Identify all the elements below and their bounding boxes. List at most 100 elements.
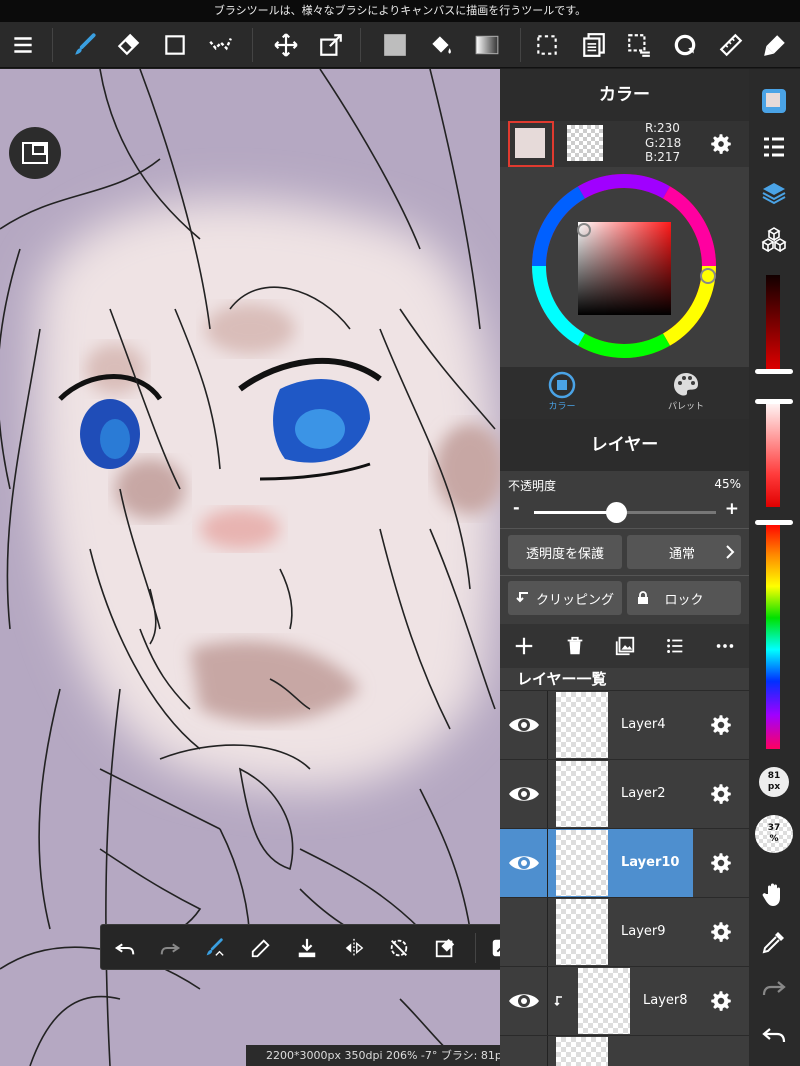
brush-opacity-unit: % bbox=[769, 834, 779, 844]
layer-image-icon[interactable] bbox=[610, 632, 640, 660]
redo-side-icon[interactable] bbox=[758, 972, 790, 1004]
layer-thumbnail bbox=[556, 761, 608, 827]
layer-row-layer8[interactable]: Layer8 bbox=[500, 966, 749, 1035]
more-options-icon[interactable] bbox=[710, 632, 740, 660]
copy-icon[interactable] bbox=[577, 28, 611, 62]
tab-color[interactable]: カラー bbox=[500, 371, 624, 417]
opacity-label: 不透明度 bbox=[508, 479, 557, 493]
import-icon[interactable] bbox=[290, 931, 324, 965]
menu-icon[interactable] bbox=[6, 28, 40, 62]
layer-settings-gear-icon[interactable] bbox=[706, 917, 736, 947]
navigator-button[interactable] bbox=[9, 127, 61, 179]
move-icon[interactable] bbox=[269, 28, 303, 62]
transform-icon[interactable] bbox=[314, 28, 348, 62]
layer-row-partial[interactable] bbox=[500, 1035, 749, 1066]
color-tabs: カラー パレット bbox=[500, 367, 749, 419]
rgb-r: R:230 bbox=[645, 121, 680, 135]
opacity-minus[interactable]: - bbox=[513, 498, 520, 517]
ruler-icon[interactable] bbox=[714, 28, 748, 62]
eraser-icon[interactable] bbox=[111, 28, 145, 62]
selection-edit-icon[interactable] bbox=[622, 28, 656, 62]
selection-icon[interactable] bbox=[530, 28, 564, 62]
brush-size-slider[interactable] bbox=[766, 275, 780, 371]
layer-settings-gear-icon[interactable] bbox=[706, 848, 736, 878]
layers-icon[interactable] bbox=[758, 177, 790, 209]
eyedropper-icon[interactable] bbox=[244, 931, 278, 965]
layer-settings-gear-icon[interactable] bbox=[706, 710, 736, 740]
color-settings-gear-icon[interactable] bbox=[706, 129, 736, 159]
brush-size-indicator[interactable]: 81 px bbox=[759, 767, 789, 797]
opacity-slider-knob[interactable] bbox=[606, 502, 627, 523]
hand-icon[interactable] bbox=[758, 879, 790, 911]
side-panel: カラー R:230 G:218 B:217 カラー パレット レイヤー 不透明度… bbox=[500, 69, 749, 1066]
main-color-swatch[interactable] bbox=[508, 121, 554, 167]
hue-slider[interactable] bbox=[766, 523, 780, 749]
visibility-eye-icon[interactable] bbox=[507, 846, 541, 880]
bucket-icon[interactable] bbox=[424, 28, 458, 62]
brush-opacity-slider[interactable] bbox=[766, 399, 780, 507]
layer-row-layer4[interactable]: Layer4 bbox=[500, 690, 749, 759]
redo-icon[interactable] bbox=[153, 931, 187, 965]
brush-icon[interactable] bbox=[68, 28, 102, 62]
opacity-slider-fill bbox=[534, 511, 616, 514]
blend-mode-button[interactable]: 通常 bbox=[627, 535, 741, 569]
tab-color-label: カラー bbox=[548, 402, 576, 412]
brush-size-unit: px bbox=[767, 782, 781, 792]
brush-swap-icon[interactable] bbox=[197, 931, 231, 965]
layer-row-layer2[interactable]: Layer2 bbox=[500, 759, 749, 828]
undo-side-icon[interactable] bbox=[758, 1019, 790, 1051]
layer-thumbnail bbox=[556, 899, 608, 965]
brush-opacity-knob[interactable] bbox=[755, 399, 793, 404]
layer-name: Layer2 bbox=[621, 786, 666, 801]
layer-settings-gear-icon[interactable] bbox=[706, 779, 736, 809]
add-layer-icon[interactable] bbox=[509, 632, 539, 660]
right-tool-strip: 81 px 37 % bbox=[749, 69, 800, 1066]
rotate-icon[interactable] bbox=[668, 28, 702, 62]
undo-icon[interactable] bbox=[108, 931, 142, 965]
opacity-value: 45% bbox=[714, 477, 741, 491]
clipping-button[interactable]: クリッピング bbox=[508, 581, 622, 615]
rectangle-icon[interactable] bbox=[158, 28, 192, 62]
layer-list-icon[interactable] bbox=[660, 632, 690, 660]
opacity-plus[interactable]: + bbox=[725, 499, 739, 519]
drawing-canvas[interactable] bbox=[0, 69, 500, 1066]
visibility-eye-icon[interactable] bbox=[507, 777, 541, 811]
gradient-icon[interactable] bbox=[470, 28, 504, 62]
top-toolbar bbox=[0, 22, 800, 68]
rgb-b: B:217 bbox=[645, 150, 681, 164]
protect-alpha-button[interactable]: 透明度を保護 bbox=[508, 535, 622, 569]
layer-settings-gear-icon[interactable] bbox=[706, 986, 736, 1016]
color-panel-toggle-icon[interactable] bbox=[758, 85, 790, 117]
clip-indicator-icon bbox=[554, 996, 562, 1007]
visibility-eye-icon[interactable] bbox=[507, 708, 541, 742]
rotate-reset-icon[interactable] bbox=[382, 931, 416, 965]
flip-icon[interactable] bbox=[337, 931, 371, 965]
select-tool-icon[interactable] bbox=[203, 28, 237, 62]
fill-color-icon[interactable] bbox=[378, 28, 412, 62]
lock-button[interactable]: ロック bbox=[627, 581, 741, 615]
brush-size-knob[interactable] bbox=[755, 369, 793, 374]
clear-layer-icon[interactable] bbox=[428, 931, 462, 965]
pen-icon[interactable] bbox=[758, 28, 792, 62]
layer-row-layer9[interactable]: Layer9 bbox=[500, 897, 749, 966]
brush-opacity-indicator[interactable]: 37 % bbox=[755, 815, 793, 853]
layer-row-layer10[interactable]: Layer10 bbox=[500, 828, 749, 897]
opacity-slider-track[interactable] bbox=[534, 502, 716, 523]
eyedropper-side-icon[interactable] bbox=[758, 926, 790, 958]
protect-alpha-label: 透明度を保護 bbox=[525, 546, 604, 562]
status-bar: 2200*3000px 350dpi 206% -7° ブラシ: 81px bbox=[246, 1045, 500, 1066]
layer-thumbnail bbox=[556, 830, 608, 896]
hue-knob[interactable] bbox=[755, 520, 793, 525]
materials-cubes-icon[interactable] bbox=[758, 223, 790, 255]
tab-palette[interactable]: パレット bbox=[624, 371, 748, 417]
secondary-color-swatch[interactable] bbox=[567, 125, 603, 161]
color-tab-icon bbox=[548, 371, 576, 399]
brush-list-icon[interactable] bbox=[758, 131, 790, 163]
color-wheel-area bbox=[500, 167, 749, 367]
opacity-row: 不透明度 45% - + bbox=[500, 471, 749, 529]
layer-thumbnail bbox=[578, 968, 630, 1034]
color-wheel[interactable] bbox=[500, 167, 749, 367]
visibility-eye-icon[interactable] bbox=[507, 984, 541, 1018]
clipping-label: クリッピング bbox=[535, 592, 614, 608]
delete-layer-icon[interactable] bbox=[560, 632, 590, 660]
